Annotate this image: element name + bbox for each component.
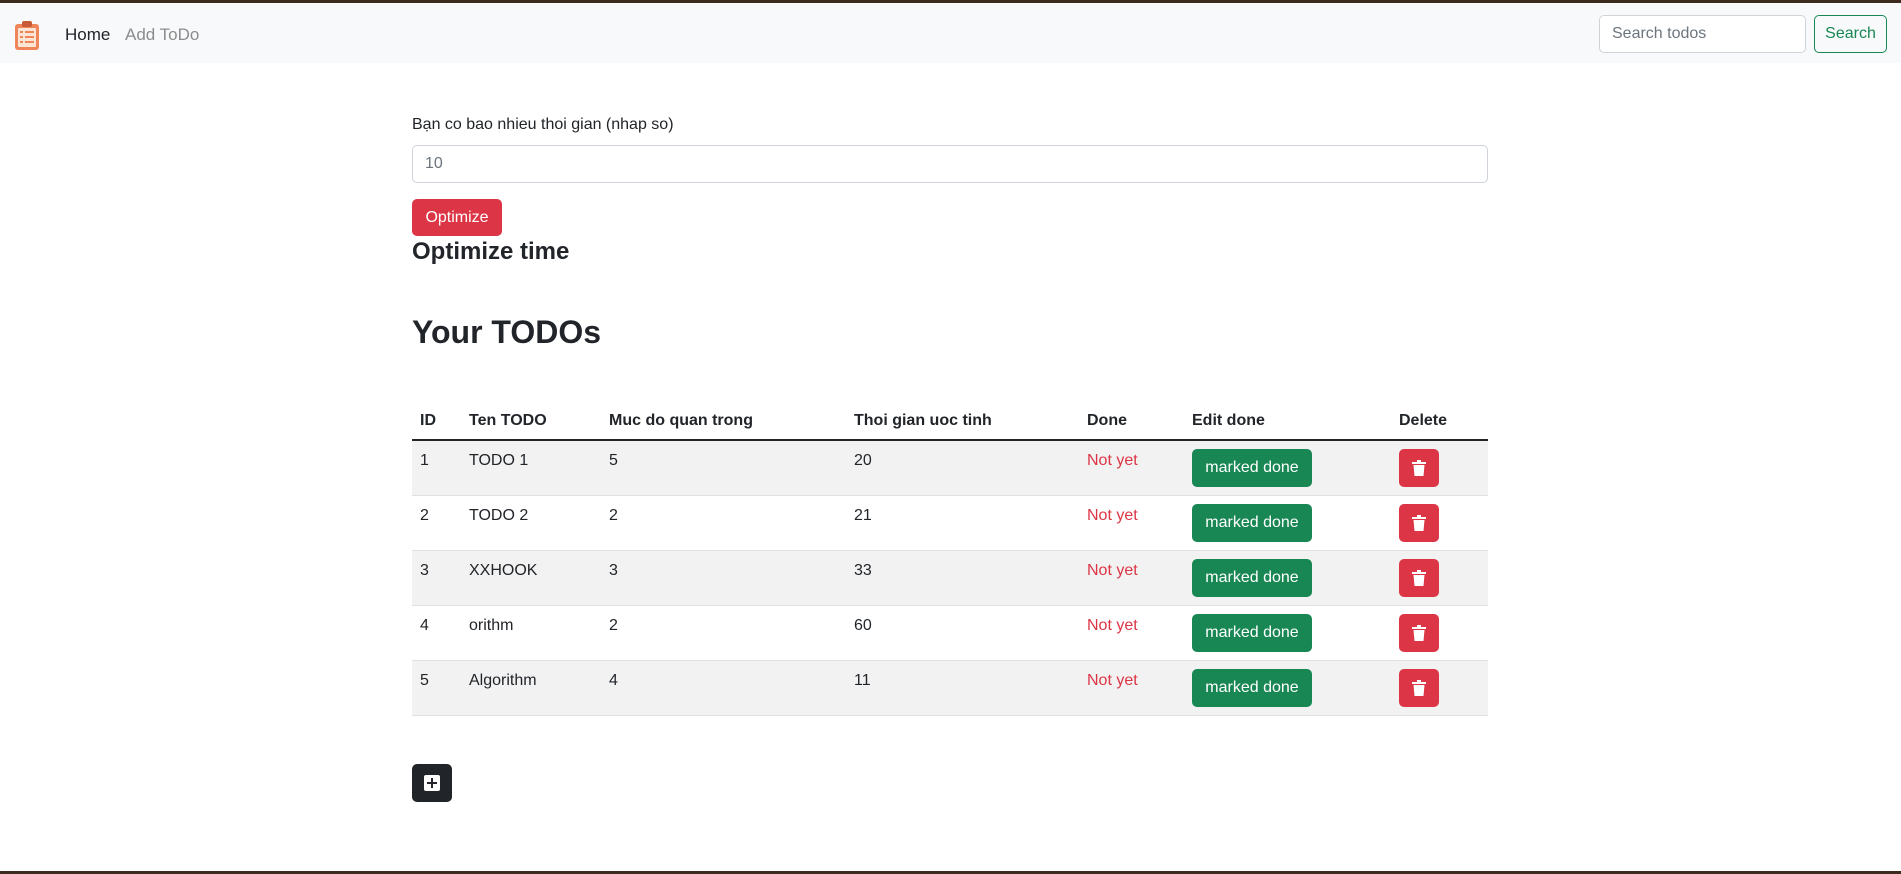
cell-edit-done: marked done (1184, 660, 1391, 716)
status-text: Not yet (1079, 495, 1184, 551)
navbar: Home Add ToDo Search (0, 3, 1901, 63)
marked-done-button[interactable]: marked done (1192, 448, 1312, 487)
cell-time: 21 (846, 495, 1079, 551)
cell-importance: 2 (601, 495, 846, 551)
status-text: Not yet (1079, 550, 1184, 606)
column-header-done: Done (1079, 402, 1184, 441)
time-input-label: Bạn co bao nhieu thoi gian (nhap so) (412, 116, 674, 133)
cell-time: 20 (846, 440, 1079, 496)
marked-done-button[interactable]: marked done (1192, 613, 1312, 652)
column-header-name: Ten TODO (461, 402, 601, 441)
cell-name: TODO 2 (461, 495, 601, 551)
cell-name: TODO 1 (461, 440, 601, 496)
search-input[interactable] (1599, 15, 1806, 53)
cell-time: 60 (846, 605, 1079, 661)
time-input[interactable] (412, 145, 1488, 183)
trash-icon (1412, 569, 1426, 586)
search-button[interactable]: Search (1814, 15, 1887, 53)
cell-edit-done: marked done (1184, 550, 1391, 606)
trash-icon (1412, 459, 1426, 476)
cell-id: 1 (412, 440, 461, 496)
todo-table: ID Ten TODO Muc do quan trong Thoi gian … (412, 402, 1488, 716)
optimize-button[interactable]: Optimize (412, 199, 502, 236)
table-row: 1 TODO 1 5 20 Not yet marked done (412, 440, 1488, 496)
cell-delete (1391, 660, 1488, 716)
trash-icon (1412, 514, 1426, 531)
cell-time: 11 (846, 660, 1079, 716)
status-text: Not yet (1079, 660, 1184, 716)
plus-square-icon (424, 775, 440, 791)
marked-done-button[interactable]: marked done (1192, 558, 1312, 597)
column-header-time: Thoi gian uoc tinh (846, 402, 1079, 441)
cell-id: 4 (412, 605, 461, 661)
marked-done-button[interactable]: marked done (1192, 503, 1312, 542)
table-row: 3 XXHOOK 3 33 Not yet marked done (412, 550, 1488, 606)
cell-id: 2 (412, 495, 461, 551)
delete-button[interactable] (1399, 668, 1439, 707)
cell-delete (1391, 440, 1488, 496)
cell-id: 5 (412, 660, 461, 716)
cell-name: XXHOOK (461, 550, 601, 606)
delete-button[interactable] (1399, 558, 1439, 597)
table-header-row: ID Ten TODO Muc do quan trong Thoi gian … (412, 402, 1488, 441)
cell-importance: 3 (601, 550, 846, 606)
status-text: Not yet (1079, 605, 1184, 661)
column-header-delete: Delete (1391, 402, 1488, 441)
trash-icon (1412, 624, 1426, 641)
table-row: 4 orithm 2 60 Not yet marked done (412, 605, 1488, 661)
cell-name: orithm (461, 605, 601, 661)
table-row: 2 TODO 2 2 21 Not yet marked done (412, 495, 1488, 551)
trash-icon (1412, 679, 1426, 696)
optimize-time-heading: Optimize time (412, 238, 570, 265)
cell-importance: 5 (601, 440, 846, 496)
cell-name: Algorithm (461, 660, 601, 716)
column-header-importance: Muc do quan trong (601, 402, 846, 441)
delete-button[interactable] (1399, 503, 1439, 542)
cell-delete (1391, 495, 1488, 551)
column-header-edit-done: Edit done (1184, 402, 1391, 441)
marked-done-button[interactable]: marked done (1192, 668, 1312, 707)
add-todo-button[interactable] (412, 764, 452, 802)
cell-id: 3 (412, 550, 461, 606)
cell-delete (1391, 550, 1488, 606)
cell-delete (1391, 605, 1488, 661)
delete-button[interactable] (1399, 448, 1439, 487)
cell-importance: 2 (601, 605, 846, 661)
cell-edit-done: marked done (1184, 605, 1391, 661)
cell-importance: 4 (601, 660, 846, 716)
delete-button[interactable] (1399, 613, 1439, 652)
status-text: Not yet (1079, 440, 1184, 496)
column-header-id: ID (412, 402, 461, 441)
cell-edit-done: marked done (1184, 440, 1391, 496)
cell-edit-done: marked done (1184, 495, 1391, 551)
cell-time: 33 (846, 550, 1079, 606)
clipboard-icon[interactable] (14, 20, 40, 51)
page-title: Your TODOs (412, 314, 602, 350)
nav-link-add-todo[interactable]: Add ToDo (125, 25, 199, 45)
table-row: 5 Algorithm 4 11 Not yet marked done (412, 660, 1488, 716)
nav-link-home[interactable]: Home (65, 25, 110, 45)
